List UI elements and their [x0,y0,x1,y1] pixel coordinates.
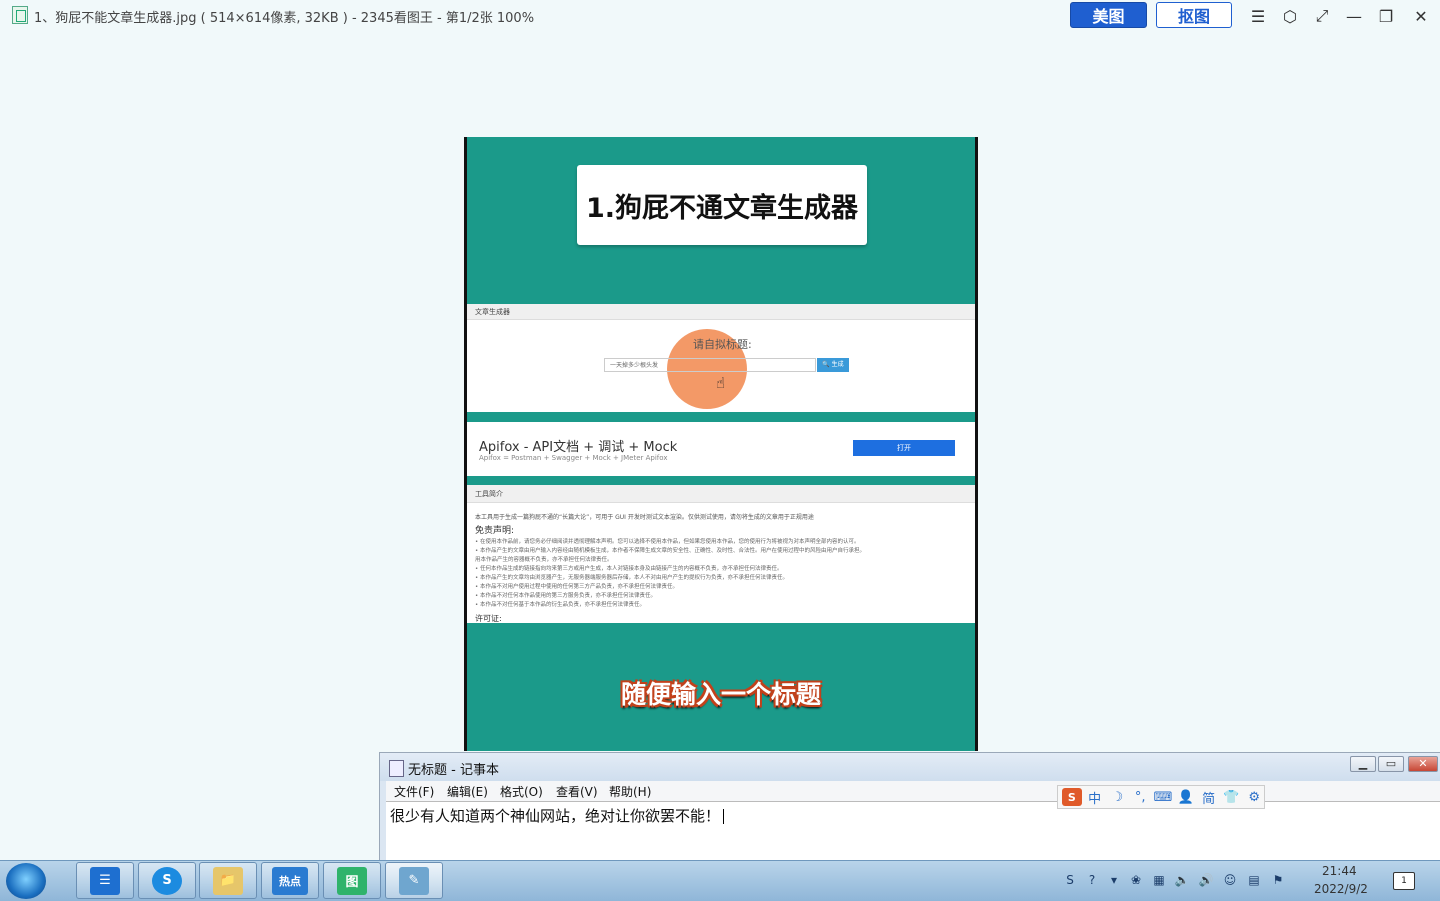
taskbar: ☰ S 📁 热点 图 ✎ S ? ▾ ❀ ▦ 🔈 🔊 ☺ ▤ ⚑ 21:44 2… [0,860,1440,901]
clock-date[interactable]: 2022/9/2 [1314,882,1368,896]
title-prompt: 请自拟标题: [693,338,752,351]
ime-keyboard-icon[interactable]: ⌨ [1153,788,1173,806]
intro-panel: 工具简介 本工具用于生成一篇狗屁不通的“长篇大论”，可用于 GUI 开发时测试文… [467,485,975,623]
ime-toolbar: S 中 ☽ °, ⌨ 👤 简 👕 ⚙ [1057,785,1265,809]
skin-icon[interactable]: ⬡ [1278,5,1302,27]
taskbar-app-explorer[interactable]: 📁 [199,862,257,899]
taskbar-app-hotspot[interactable]: 热点 [261,862,319,899]
minimize-icon[interactable]: — [1342,5,1366,27]
title-input: 一天掉多少根头发 [604,358,816,372]
notepad-titlebar[interactable]: 无标题 - 记事本 ▁ ▭ ✕ [380,753,1440,781]
disclaimer-item: • 在使用本作品前，请您务必仔细阅读并透彻理解本声明。您可以选择不使用本作品，但… [475,539,860,545]
menu-file[interactable]: 文件(F) [394,783,434,800]
generate-button: 🔍 生成 [817,358,849,372]
start-button[interactable] [6,863,46,899]
notepad-menubar: 文件(F) 编辑(E) 格式(O) 查看(V) 帮助(H) [386,781,1440,801]
ime-logo-icon[interactable]: S [1062,788,1082,806]
restore-icon[interactable]: ❐ [1374,5,1398,27]
tray-volume-icon[interactable]: 🔊 [1198,872,1214,888]
tray-help-icon[interactable]: ? [1084,872,1100,888]
video-caption: 随便输入一个标题 [620,680,821,709]
ad-panel: Apifox - API文档 + 调试 + Mock Apifox = Post… [467,422,975,476]
disclaimer-item: 用本作品产生的容器概不负责，亦不承担任何法律责任。 [475,557,613,563]
tray-flag-icon[interactable]: ⚑ [1270,872,1286,888]
window-title: 1、狗屁不能文章生成器.jpg ( 514×614像素, 32KB ) - 23… [34,11,535,26]
license-heading: 许可证: [475,614,502,623]
ime-punctuation-icon[interactable]: °, [1130,788,1150,806]
taskbar-app-notepad[interactable]: ✎ [385,862,443,899]
menu-view[interactable]: 查看(V) [556,783,598,800]
notepad-minimize-button[interactable]: ▁ [1350,756,1376,772]
tray-face-icon[interactable]: ☺ [1222,872,1238,888]
text-caret [723,809,725,824]
notepad-title: 无标题 - 记事本 [408,763,499,778]
disclaimer-item: • 本作品不对任何本作品使用的第三方服务负责，亦不承担任何法律责任。 [475,593,656,599]
taskbar-app-image-viewer[interactable]: 图 [323,862,381,899]
taskbar-app-sogou[interactable]: S [138,862,196,899]
tray-sogou-icon[interactable]: S [1062,872,1078,888]
sogou-icon: S [152,866,182,895]
intro-header: 工具简介 [467,485,975,503]
hotspot-icon: 热点 [272,866,308,895]
tray-speaker-icon[interactable]: 🔈 [1174,872,1190,888]
disclaimer-item: • 本作品不对任何基于本作品的衍生品负责，亦不承担任何法律责任。 [475,602,645,608]
ad-subtitle: Apifox = Postman + Swagger + Mock + JMet… [479,454,668,462]
notepad-close-button[interactable]: ✕ [1408,756,1438,772]
app-icon [12,6,28,24]
notification-icon[interactable]: 1 [1393,872,1415,890]
notepad-text-content: 很少有人知道两个神仙网站，绝对让你欲罢不能！ [390,807,721,825]
disclaimer-item: • 任何本作品生成的链接指向均来第三方或用户生成，本人对链接本身及由链接产生的内… [475,566,783,572]
tray-app-icon[interactable]: ❀ [1128,872,1144,888]
notepad-taskbar-icon: ✎ [399,866,429,895]
image-title-card: 1.狗屁不通文章生成器 [577,165,867,245]
fullscreen-icon[interactable]: ⤢ [1310,5,1334,27]
ime-chinese-mode[interactable]: 中 [1085,788,1105,807]
menu-edit[interactable]: 编辑(E) [447,783,488,800]
menu-format[interactable]: 格式(O) [500,783,543,800]
ad-title: Apifox - API文档 + 调试 + Mock [479,440,678,455]
tray-grid-icon[interactable]: ▦ [1151,872,1167,888]
disclaimer-heading: 免责声明: [475,526,515,536]
ad-open-button: 打开 [853,440,955,456]
ime-halfwidth-icon[interactable]: ☽ [1108,788,1128,806]
tray-network-icon[interactable]: ▤ [1246,872,1262,888]
hand-cursor-icon: ☝ [716,374,726,392]
menu-help[interactable]: 帮助(H) [609,783,651,800]
disclaimer-item: • 本作品产生的文章由用户输入内容经由随机模板生成，本作者不保障生成文章的安全性… [475,548,865,554]
generator-panel-header: 文章生成器 [467,304,975,320]
notepad-text-area[interactable]: 很少有人知道两个神仙网站，绝对让你欲罢不能！ [386,801,1440,864]
notepad-text: 很少有人知道两个神仙网站，绝对让你欲罢不能！ [390,805,725,826]
generator-panel: 文章生成器 请自拟标题: 一天掉多少根头发 🔍 生成 ☝ [467,304,975,412]
koutu-button[interactable]: 抠图 [1156,2,1232,28]
disclaimer-item: • 本作品不对用户使用过程中使用的任何第三方产品负责，亦不承担任何法律责任。 [475,584,678,590]
image-viewer-icon: 图 [337,866,367,895]
ime-settings-icon[interactable]: ⚙ [1244,788,1264,806]
taskbar-app-startmenu[interactable]: ☰ [76,862,134,899]
ime-user-icon[interactable]: 👤 [1176,788,1196,806]
tray-expand-icon[interactable]: ▾ [1106,872,1122,888]
menu-icon[interactable]: ☰ [1246,5,1270,27]
ime-simplified-toggle[interactable]: 简 [1199,788,1219,807]
app-grid-icon: ☰ [90,866,120,895]
folder-icon: 📁 [213,866,243,895]
notepad-icon [389,760,404,777]
clock-time[interactable]: 21:44 [1322,864,1357,878]
disclaimer-item: • 本作品产生的文章均由浏览器产生，无服务器端服务器后存储，本人不对由用户产生的… [475,575,788,581]
close-icon[interactable]: ✕ [1409,5,1433,27]
notepad-maximize-button[interactable]: ▭ [1378,756,1404,772]
displayed-image[interactable]: 1.狗屁不通文章生成器 文章生成器 请自拟标题: 一天掉多少根头发 🔍 生成 ☝… [464,137,978,751]
intro-text: 本工具用于生成一篇狗屁不通的“长篇大论”，可用于 GUI 开发时测试文本渲染。仅… [475,514,814,521]
ime-skin-icon[interactable]: 👕 [1221,788,1241,806]
meitu-button[interactable]: 美图 [1070,2,1147,28]
notepad-window[interactable]: 无标题 - 记事本 ▁ ▭ ✕ 文件(F) 编辑(E) 格式(O) 查看(V) … [379,752,1440,864]
